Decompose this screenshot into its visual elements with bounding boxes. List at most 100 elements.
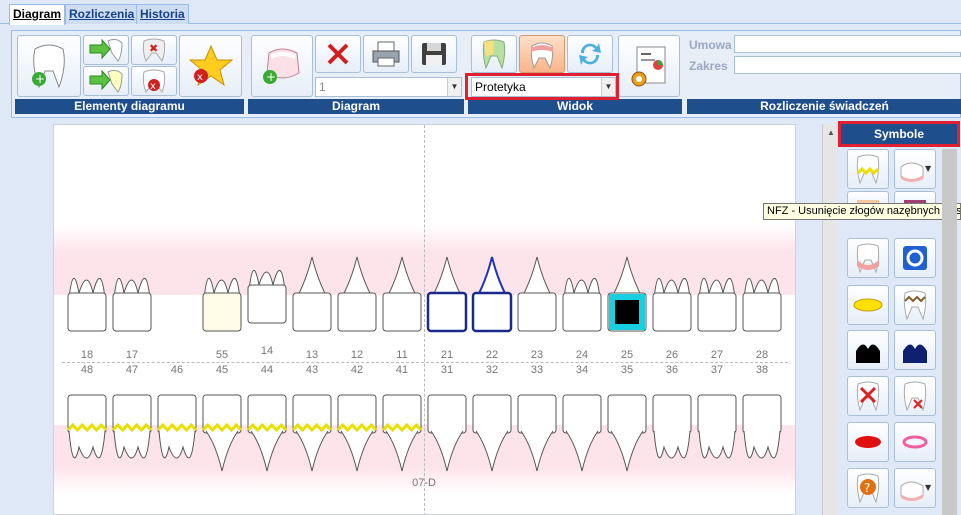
symbol-pink-ring[interactable] (894, 422, 936, 462)
tooltip: NFZ - Usunięcie złogów nazębnych - usun (763, 203, 961, 220)
symbol-gum-tooth[interactable] (847, 238, 889, 278)
tooth-number-35: 35 (620, 364, 634, 376)
lower-tooth-crown-35 (607, 394, 647, 434)
umowa-field[interactable] (734, 35, 961, 53)
scroll-up-icon[interactable]: ▲ (827, 128, 835, 137)
chevron-down-icon[interactable]: ▼ (447, 78, 461, 96)
tooth-crown-55 (202, 292, 242, 332)
symbol-missing-root[interactable] (894, 376, 936, 416)
red-ellipse-icon (855, 436, 881, 448)
symbol-tartar-tooth[interactable] (847, 149, 889, 189)
tooth-delete-icon: x (142, 69, 166, 94)
tooth-number-47: 47 (125, 364, 139, 376)
svg-text:x: x (197, 72, 203, 83)
tooth-number-45: 45 (215, 364, 229, 376)
lower-tooth-root-34 (565, 430, 599, 472)
tab-historia[interactable]: Historia (136, 4, 189, 24)
denture-add-icon: + (263, 48, 300, 84)
tooth-crown-13 (292, 292, 332, 332)
black-tooth-icon (856, 344, 880, 363)
tooth-crown-17 (112, 292, 152, 332)
group-title-elementy: Elementy diagramu (15, 99, 244, 114)
tooth-number-21: 21 (440, 349, 454, 361)
tooth-number-24: 24 (575, 349, 589, 361)
lower-tooth-root-43 (295, 430, 329, 472)
arrow-right-tooth-yellow-icon (89, 69, 123, 93)
dental-diagram[interactable]: 07-D 18 17 55 14 13 12 11 21 22 23 24 25 26 27 28 48 47 4… (53, 124, 796, 515)
tooth-crown-28 (742, 292, 782, 332)
tab-rozliczenia[interactable]: Rozliczenia (65, 4, 139, 24)
lower-tooth-root-45 (205, 430, 239, 472)
lower-tooth-root-41 (385, 430, 419, 472)
symbol-crown-dropdown-2[interactable]: ▼ (894, 468, 936, 508)
implant-circle-icon (903, 246, 927, 270)
tooth-crown-21 (426, 291, 468, 333)
lower-tooth-root-46 (158, 430, 196, 459)
group-title-rozliczenie: Rozliczenie świadczeń (687, 99, 961, 114)
lower-tooth-root-33 (520, 430, 554, 472)
symbol-crown-dropdown[interactable]: ▼ (894, 149, 936, 189)
report-settings-button[interactable] (618, 35, 680, 97)
diagram-select[interactable]: 1 ▼ (315, 77, 462, 97)
print-button[interactable] (363, 35, 409, 73)
lower-tooth-crown-32 (472, 394, 512, 434)
view-tooth-color-button[interactable] (471, 35, 517, 73)
symbol-implant[interactable] (894, 238, 936, 278)
diagram-scrollbar[interactable]: ▲ (822, 124, 838, 515)
symbols-scrollbar[interactable] (942, 149, 957, 515)
symbol-red-filling[interactable] (847, 422, 889, 462)
tooth-number-42: 42 (350, 364, 364, 376)
symbol-question-tooth[interactable]: ? (847, 468, 889, 508)
tooth-red-x-icon (856, 381, 880, 412)
delete-tooth-button[interactable]: x (131, 66, 177, 96)
symbol-fracture-tooth[interactable] (894, 285, 936, 325)
tooth-number-11: 11 (396, 349, 408, 361)
tooth-number-28: 28 (755, 349, 769, 361)
clear-star-button[interactable]: x (179, 35, 242, 97)
refresh-view-button[interactable] (567, 35, 613, 73)
lower-tooth-root-47 (113, 430, 151, 459)
lower-tooth-root-35 (610, 430, 644, 472)
tooth-number-46: 46 (170, 364, 184, 376)
zakres-field[interactable] (734, 56, 961, 74)
tab-diagram[interactable]: Diagram (9, 4, 66, 25)
copy-tooth-yellow-button[interactable] (83, 66, 129, 96)
lower-tooth-root-48 (68, 430, 106, 459)
add-prosthesis-button[interactable]: + (251, 35, 313, 97)
symbol-black-tooth[interactable] (847, 330, 889, 370)
tooth-number-22: 22 (485, 349, 499, 361)
tooth-crown-12 (337, 292, 377, 332)
tooth-small-x-icon (903, 381, 927, 412)
blue-tooth-icon (903, 344, 927, 363)
tooth-number-32: 32 (485, 364, 499, 376)
save-button[interactable] (411, 35, 457, 73)
lower-tooth-crown-37 (697, 394, 737, 434)
tooth-crown-23 (517, 292, 557, 332)
remove-tooth-mark-button[interactable]: ✖ (131, 35, 177, 65)
tooth-number-37: 37 (710, 364, 724, 376)
svg-text:✖: ✖ (149, 42, 158, 55)
tooth-number-23: 23 (530, 349, 544, 361)
zakres-label: Zakres (689, 59, 728, 73)
copy-tooth-button[interactable] (83, 35, 129, 65)
tooth-number-27: 27 (710, 349, 724, 361)
lower-tooth-root-37 (698, 430, 736, 459)
symbol-yellow-filling[interactable] (847, 285, 889, 325)
lower-tooth-crown-31 (427, 394, 467, 434)
view-prosthetics-button[interactable] (519, 35, 565, 73)
tooth-number-55: 55 (215, 349, 229, 361)
lower-tooth-root-36 (653, 430, 691, 459)
tooth-number-12: 12 (350, 349, 364, 361)
symbol-blue-tooth[interactable] (894, 330, 936, 370)
delete-diagram-button[interactable] (315, 35, 361, 73)
tooth-number-34: 34 (575, 364, 589, 376)
crown-icon: ▼ (900, 481, 932, 501)
lower-tooth-crown-34 (562, 394, 602, 434)
tooth-add-icon: + (32, 44, 65, 89)
lower-tooth-root-31 (430, 430, 464, 472)
floppy-disk-icon (422, 43, 446, 65)
add-tooth-button[interactable]: + (17, 35, 81, 97)
symbol-extraction[interactable] (847, 376, 889, 416)
tooth-number-25: 25 (620, 349, 634, 361)
highlight-symbols-header (838, 121, 960, 147)
